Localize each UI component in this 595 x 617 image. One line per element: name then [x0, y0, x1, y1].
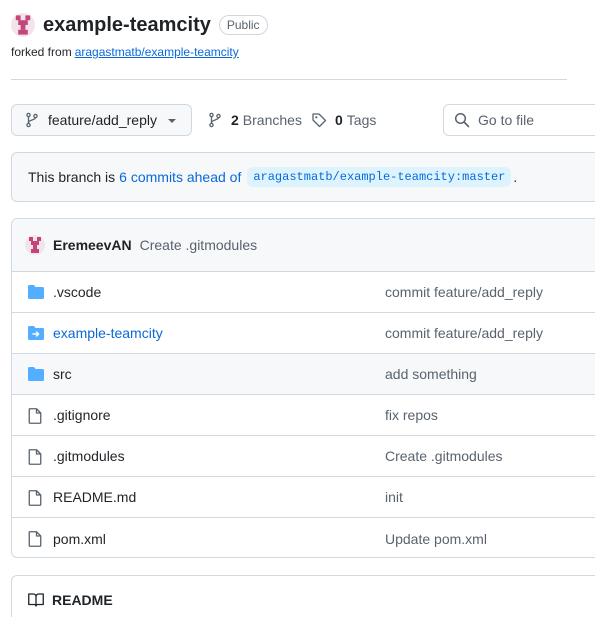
- search-icon: [454, 112, 470, 128]
- file-name[interactable]: src: [53, 366, 72, 382]
- branches-count: 2: [231, 112, 239, 128]
- tags-count: 0: [335, 112, 343, 128]
- upstream-ref: aragastmatb/example-teamcity:master: [247, 167, 512, 187]
- file-name[interactable]: .gitignore: [53, 407, 111, 423]
- file-row[interactable]: .gitmodules Create .gitmodules: [12, 436, 595, 477]
- file-commit-message[interactable]: Create .gitmodules: [385, 448, 503, 464]
- folder-icon: [28, 367, 44, 381]
- readme-title[interactable]: README: [52, 592, 113, 608]
- git-branch-icon: [26, 112, 38, 128]
- file-icon: [28, 408, 42, 424]
- file-icon: [28, 449, 42, 465]
- readme-panel: README: [11, 575, 595, 617]
- readme-header: README: [12, 576, 595, 608]
- file-commit-message[interactable]: commit feature/add_reply: [385, 284, 543, 300]
- file-commit-message[interactable]: init: [385, 489, 403, 505]
- file-name[interactable]: pom.xml: [53, 531, 106, 547]
- folder-icon: [28, 285, 44, 299]
- ahead-suffix: .: [513, 169, 518, 185]
- git-branch-icon: [209, 112, 221, 128]
- file-row[interactable]: example-teamcity commit feature/add_repl…: [12, 313, 595, 354]
- go-to-file-placeholder: Go to file: [478, 112, 535, 128]
- file-icon: [28, 490, 42, 506]
- file-commit-message[interactable]: fix repos: [385, 407, 438, 423]
- file-name[interactable]: .vscode: [53, 284, 101, 300]
- repo-header: example-teamcity Public: [11, 13, 268, 37]
- branch-name: feature/add_reply: [48, 112, 157, 128]
- forked-from-link[interactable]: aragastmatb/example-teamcity: [75, 45, 239, 59]
- commit-author-avatar[interactable]: [25, 235, 45, 255]
- owner-avatar[interactable]: [11, 13, 35, 37]
- file-commit-message[interactable]: add something: [385, 366, 477, 382]
- file-row[interactable]: src add something: [12, 354, 595, 395]
- commits-ahead-link[interactable]: 6 commits ahead of: [119, 169, 241, 185]
- commit-message[interactable]: Create .gitmodules: [140, 237, 258, 253]
- file-name[interactable]: README.md: [53, 489, 136, 505]
- branches-label: Branches: [242, 112, 302, 128]
- file-row[interactable]: README.md init: [12, 477, 595, 518]
- triangle-down-icon: [168, 119, 176, 123]
- header-divider: [11, 79, 567, 80]
- submodule-folder-icon: [28, 326, 44, 340]
- latest-commit-bar: EremeevAN Create .gitmodules: [12, 219, 595, 272]
- branch-select-button[interactable]: feature/add_reply: [11, 104, 192, 136]
- file-row[interactable]: .vscode commit feature/add_reply: [12, 272, 595, 313]
- go-to-file-input[interactable]: Go to file: [443, 104, 595, 136]
- file-commit-message[interactable]: Update pom.xml: [385, 531, 487, 547]
- repo-name[interactable]: example-teamcity: [43, 14, 211, 37]
- visibility-badge: Public: [218, 15, 268, 35]
- forked-prefix: forked from: [11, 45, 72, 59]
- file-name[interactable]: example-teamcity: [53, 325, 163, 341]
- file-icon: [28, 531, 42, 547]
- tags-link[interactable]: 0 Tags: [311, 112, 376, 128]
- ahead-prefix: This branch is: [28, 169, 116, 185]
- forked-from: forked from aragastmatb/example-teamcity: [11, 45, 239, 59]
- branches-link[interactable]: 2 Branches: [207, 112, 302, 128]
- commit-author[interactable]: EremeevAN: [53, 237, 132, 253]
- file-row[interactable]: .gitignore fix repos: [12, 395, 595, 436]
- branch-ahead-banner: This branch is 6 commits ahead of aragas…: [11, 152, 595, 202]
- file-browser: EremeevAN Create .gitmodules .vscode com…: [11, 218, 595, 558]
- book-icon: [28, 593, 44, 607]
- tags-label: Tags: [346, 112, 377, 128]
- file-row[interactable]: pom.xml Update pom.xml: [12, 518, 595, 557]
- file-name[interactable]: .gitmodules: [53, 448, 125, 464]
- tag-icon: [312, 113, 327, 128]
- file-commit-message[interactable]: commit feature/add_reply: [385, 325, 543, 341]
